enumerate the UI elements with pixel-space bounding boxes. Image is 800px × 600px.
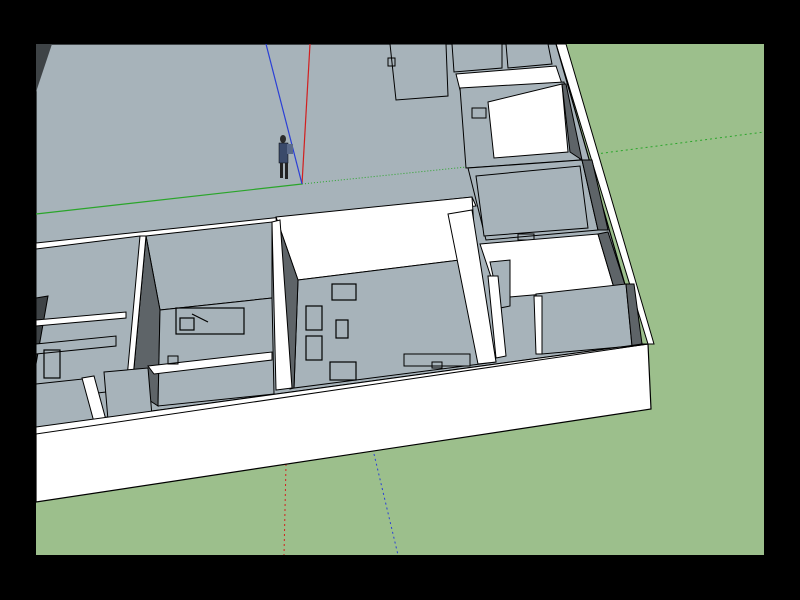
scene-canvas[interactable]	[36, 44, 764, 555]
room-ne-1	[451, 44, 503, 73]
model-viewport[interactable]	[36, 44, 764, 555]
room-e-2-inner	[475, 165, 589, 237]
room-se-wall	[533, 295, 543, 355]
room-ne-2	[505, 44, 553, 69]
meeting-room-desk	[403, 353, 471, 367]
top-room-outline	[389, 44, 449, 101]
room-se-floor	[535, 283, 633, 355]
bedroom-back	[145, 221, 273, 311]
bedroom-floor	[157, 297, 275, 407]
app-window	[0, 0, 800, 600]
